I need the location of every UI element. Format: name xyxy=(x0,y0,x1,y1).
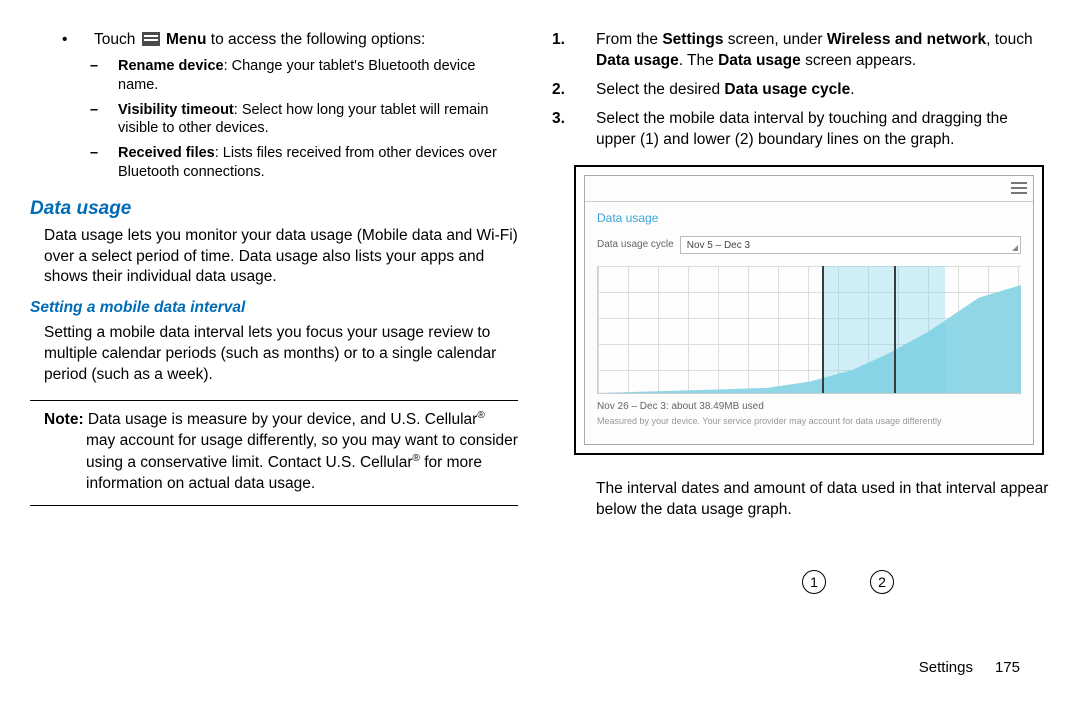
heading-data-usage: Data usage xyxy=(30,196,518,222)
para-interval: Setting a mobile data interval lets you … xyxy=(30,323,518,386)
step eq 2: 2.Select the desired Data usage cycle. xyxy=(562,80,1050,101)
menu-icon xyxy=(142,32,160,46)
note-label: Note: xyxy=(44,411,84,428)
ss-summary: Nov 26 – Dec 3: about 38.49MB used xyxy=(585,394,1033,414)
ss-topbar xyxy=(585,176,1033,202)
boundary-line-1[interactable] xyxy=(822,266,824,394)
after-screenshot-text: The interval dates and amount of data us… xyxy=(562,479,1050,521)
callout-1: 1 xyxy=(802,570,826,594)
sub-visibility: –Visibility timeout: Select how long you… xyxy=(30,101,518,139)
ss-title: Data usage xyxy=(585,202,1033,232)
menu-word: Menu xyxy=(166,31,206,48)
step eq 3: 3.Select the mobile data interval by tou… xyxy=(562,109,1050,151)
touch-menu-line: • Touch Menu to access the following opt… xyxy=(30,30,518,51)
sub-rename: –Rename device: Change your tablet's Blu… xyxy=(30,57,518,95)
menu-icon[interactable] xyxy=(1011,182,1027,194)
usage-chart[interactable] xyxy=(597,266,1021,394)
cycle-label: Data usage cycle xyxy=(597,238,674,252)
cycle-dropdown[interactable]: Nov 5 – Dec 3 xyxy=(680,236,1021,254)
boundary-line-2[interactable] xyxy=(894,266,896,394)
step eq 1: 1.From the Settings screen, under Wirele… xyxy=(562,30,1050,72)
para-data-usage: Data usage lets you monitor your data us… xyxy=(30,226,518,289)
note-box: Note: Data usage is measure by your devi… xyxy=(30,400,518,506)
ss-disclaimer: Measured by your device. Your service pr… xyxy=(585,413,1033,427)
callout-markers: 1 2 xyxy=(802,570,894,594)
touch-post: to access the following options: xyxy=(206,31,425,48)
heading-interval: Setting a mobile data interval xyxy=(30,298,518,319)
sub-received: –Received files: Lists files received fr… xyxy=(30,144,518,182)
page-footer: Settings175 xyxy=(919,658,1020,678)
left-column: • Touch Menu to access the following opt… xyxy=(30,30,540,700)
right-column: 1.From the Settings screen, under Wirele… xyxy=(540,30,1050,700)
data-usage-screenshot: Data usage Data usage cycle Nov 5 – Dec … xyxy=(574,165,1044,455)
callout-2: 2 xyxy=(870,570,894,594)
touch-pre: Touch xyxy=(94,31,140,48)
